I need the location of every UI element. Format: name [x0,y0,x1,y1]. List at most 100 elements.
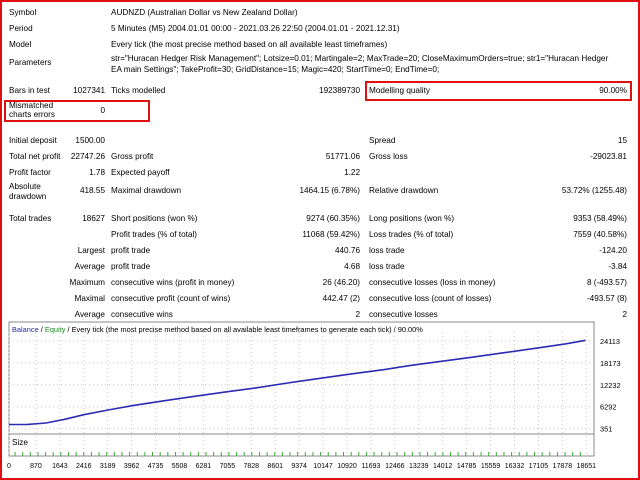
x-tick-label: 7055 [220,463,236,470]
x-tick-label: 2416 [76,463,92,470]
x-tick-label: 4735 [148,463,164,470]
modelling-quality-label: Modelling quality [369,86,430,95]
relative-drawdown-value: 53.72% (1255.48) [561,186,627,195]
chart-title: Balance / Equity / Every tick (the most … [12,325,423,335]
absolute-drawdown-label-2: drawdown [9,192,47,201]
max-cons-wins-label: consecutive wins (profit in money) [111,278,235,287]
parameters-line-2: EA main Settings"; TakeProfit=30; GridDi… [111,65,440,74]
x-tick-label: 5508 [172,463,188,470]
ticks-label: Ticks modelled [111,86,166,95]
avg-cons-losses-value: 2 [622,310,627,319]
maximal-cons-profit-label: consecutive profit (count of wins) [111,294,231,303]
y-tick-label: 6292 [600,403,616,412]
relative-drawdown-label: Relative drawdown [369,186,439,195]
average-cons-label: Average [74,310,105,319]
parameters-line-1: str="Huracan Hedger Risk Management"; Lo… [111,54,609,63]
x-tick-label: 13239 [409,463,429,470]
x-tick-label: 11693 [361,463,380,470]
x-tick-label: 10147 [313,463,333,470]
chart-title-balance: Balance [12,325,39,334]
avg-cons-losses-label: consecutive losses [369,310,438,319]
x-tick-label: 3962 [124,463,140,470]
profit-trades-label: Profit trades (% of total) [111,230,198,239]
x-tick-label: 10920 [337,463,357,470]
x-tick-label: 3189 [100,463,116,470]
avg-cons-wins-label: consecutive wins [111,310,173,319]
y-tick-label: 24113 [600,337,620,346]
maximal-cons-loss-label: consecutive loss (count of losses) [369,294,492,303]
plot-border [8,321,595,457]
gross-profit-value: 51771.06 [325,152,360,161]
maximal-label: Maximal [74,294,105,303]
largest-profit-value: 440.76 [334,246,360,255]
parameters-label: Parameters [9,58,52,67]
chart-title-rest: / Every tick (the most precise method ba… [65,325,423,334]
maximal-cons-profit-value: 442.47 (2) [322,294,360,303]
mismatch-label-2: charts errors [9,110,55,119]
size-label: Size [12,438,28,447]
average-profit-value: 4.68 [344,262,360,271]
x-tick-label: 15559 [481,463,501,470]
long-positions-label: Long positions (won %) [369,214,455,223]
model-label: Model [9,40,32,49]
loss-trades-label: Loss trades (% of total) [369,230,454,239]
x-tick-label: 14785 [457,463,477,470]
absolute-drawdown-label-1: Absolute [9,182,41,191]
gross-loss-value: -29023.81 [590,152,627,161]
avg-cons-wins-value: 2 [355,310,360,319]
ticks-value: 192389730 [319,86,360,95]
x-tick-label: 12466 [385,463,405,470]
balance-chart: Balance / Equity / Every tick (the most … [5,320,633,475]
spread-label: Spread [369,136,396,145]
profit-factor-value: 1.78 [89,168,105,177]
initial-deposit-value: 1500.00 [75,136,105,145]
expected-payoff-label: Expected payoff [111,168,170,177]
x-tick-label: 8601 [267,463,283,470]
absolute-drawdown-value: 418.55 [79,186,105,195]
symbol-value: AUDNZD (Australian Dollar vs New Zealand… [111,8,298,17]
x-tick-label: 16332 [505,463,525,470]
largest-profit-label: profit trade [111,246,151,255]
x-tick-label: 17105 [529,463,549,470]
gross-loss-label: Gross loss [369,152,408,161]
largest-label: Largest [77,246,105,255]
x-tick-label: 7828 [244,463,260,470]
spread-value: 15 [617,136,627,145]
chart-plot: 351 6292 12232 18173 24113 0 870 1643 2416 3189 39… [7,321,621,470]
average-loss-value: -3.84 [608,262,627,271]
profit-trades-value: 11068 (59.42%) [302,230,360,239]
max-cons-wins-value: 26 (46.20) [322,278,360,287]
x-tick-label: 17878 [553,463,573,470]
maximal-drawdown-label: Maximal drawdown [111,186,182,195]
x-tick-label: 870 [30,463,42,470]
expected-payoff-value: 1.22 [344,168,360,177]
average-profit-label: profit trade [111,262,151,271]
symbol-label: Symbol [9,8,37,17]
y-tick-label: 351 [600,425,612,434]
y-tick-label: 18173 [600,359,621,368]
average-label: Average [74,262,105,271]
x-tick-label: 9374 [291,463,307,470]
x-tick-label: 18651 [577,463,597,470]
x-tick-label: 1643 [52,463,68,470]
max-cons-losses-value: 8 (-493.57) [586,278,627,287]
model-value: Every tick (the most precise method base… [111,40,388,49]
short-positions-label: Short positions (won %) [111,214,198,223]
long-positions-value: 9353 (58.49%) [573,214,627,223]
period-label: Period [9,24,33,33]
y-tick-label: 12232 [600,381,621,390]
bars-value: 1027341 [73,86,105,95]
maximal-cons-loss-value: -493.57 (8) [586,294,627,303]
period-value: 5 Minutes (M5) 2004.01.01 00:00 - 2021.0… [111,24,400,33]
max-cons-losses-label: consecutive losses (loss in money) [369,278,496,287]
total-trades-label: Total trades [9,214,52,223]
maximal-drawdown-value: 1464.15 (6.78%) [299,186,360,195]
chart-title-equity: Equity [44,325,66,334]
mismatch-value: 0 [100,106,105,115]
gross-profit-label: Gross profit [111,152,154,161]
short-positions-value: 9274 (60.35%) [306,214,360,223]
x-tick-label: 0 [7,463,11,470]
loss-trades-value: 7559 (40.58%) [573,230,627,239]
largest-loss-label: loss trade [369,246,405,255]
x-tick-label: 6281 [196,463,212,470]
